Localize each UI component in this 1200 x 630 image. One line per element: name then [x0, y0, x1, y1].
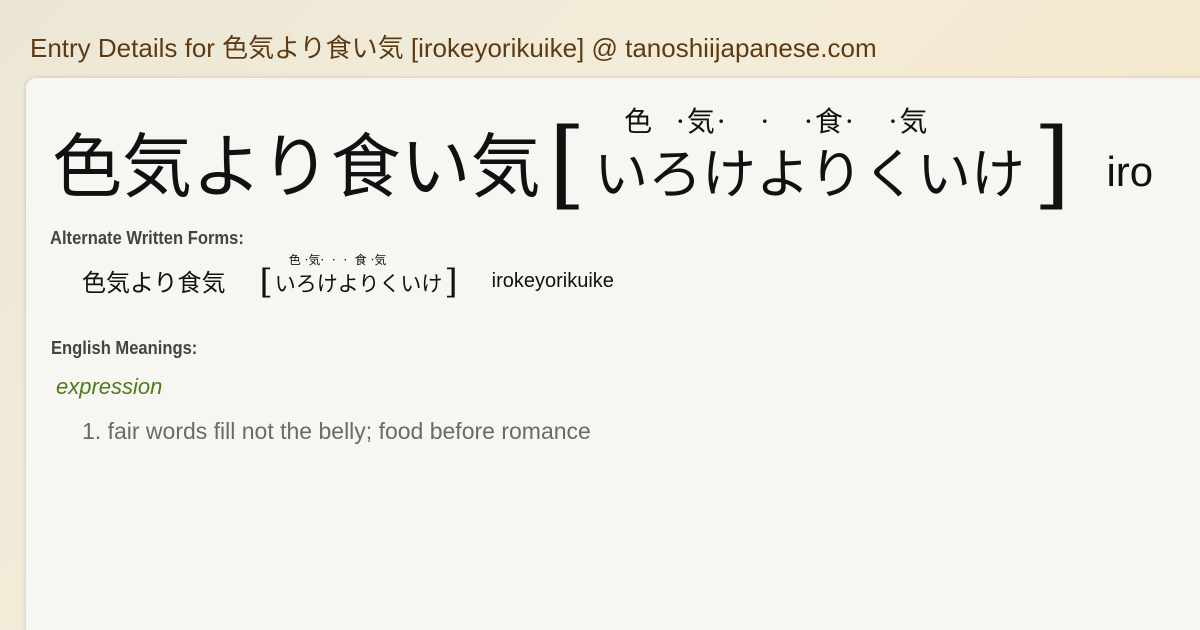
close-bracket: ] — [1032, 108, 1071, 220]
headword-romaji: iro — [1106, 148, 1154, 195]
headword-row: 色気より食い気 [ 色 ·気· · ·食· ·気 いろけよりくいけ ] iro — [52, 106, 1154, 213]
alt-open-bracket: [ — [259, 262, 273, 302]
alternate-forms-label: Alternate Written Forms: — [50, 228, 244, 248]
definition-item: 1. fair words fill not the belly; food b… — [82, 418, 591, 444]
alternate-form-kanji: 色気より食気 — [82, 269, 226, 297]
headword-reading-text: いろけよりくいけ — [594, 143, 1025, 206]
alt-close-bracket: ] — [444, 262, 458, 302]
entry-panel: 色気より食い気 [ 色 ·気· · ·食· ·気 いろけよりくいけ ] iro … — [26, 78, 1200, 630]
headword-kanji: 色気より食い気 — [52, 126, 541, 208]
alternate-form-reading-text: いろけよりくいけ — [274, 272, 443, 296]
page-title: Entry Details for 色気より食い気 [irokeyorikuik… — [30, 33, 877, 63]
english-meanings-label: English Meanings: — [51, 338, 198, 358]
open-bracket: [ — [548, 108, 587, 220]
headword-furigana: 色 ·気· · ·食· ·気 — [624, 105, 930, 138]
alternate-form-romaji: irokeyorikuike — [491, 270, 614, 292]
alternate-form-row: 色気より食気 [ 色 ·気· · · 食 ·気 いろけよりくいけ ] iroke… — [82, 254, 614, 299]
alternate-form-furigana: 色 ·気· · · 食 ·気 — [288, 253, 387, 267]
headword-reading: 色 ·気· · ·食· ·気 いろけよりくいけ — [594, 108, 1025, 202]
alternate-form-reading: 色 ·気· · · 食 ·気 いろけよりくいけ — [274, 254, 443, 296]
part-of-speech: expression — [56, 374, 163, 399]
